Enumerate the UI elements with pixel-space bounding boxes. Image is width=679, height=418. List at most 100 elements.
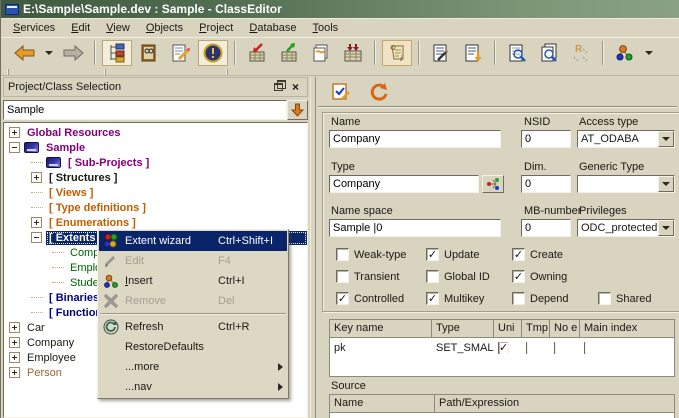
weak-type-checkbox[interactable]: Weak-type — [336, 248, 406, 261]
script-info-button[interactable]: i — [382, 40, 412, 66]
main-index-checkbox[interactable] — [584, 342, 586, 354]
dock-grip[interactable] — [7, 69, 9, 75]
save-source-button[interactable] — [458, 40, 488, 66]
menu-services[interactable]: Services — [5, 20, 63, 36]
check-in-button[interactable] — [242, 40, 272, 66]
menu-item-edit[interactable]: Edit F4 — [99, 251, 287, 271]
expand-icon[interactable] — [31, 217, 42, 228]
col-type[interactable]: Type — [432, 320, 494, 337]
menu-item-extent-wizard[interactable]: Extent wizard Ctrl+Shift+I — [99, 231, 287, 251]
menu-tools[interactable]: Tools — [304, 20, 346, 36]
tree-item-enumerations[interactable]: [ Enumerations ] — [4, 215, 307, 230]
menu-item-nav[interactable]: ...nav — [99, 377, 287, 397]
tree-item-views[interactable]: [ Views ] — [4, 185, 307, 200]
menu-edit[interactable]: Edit — [63, 20, 98, 36]
tree-item-structures[interactable]: [ Structures ] — [4, 170, 307, 185]
close-panel-button[interactable]: × — [288, 80, 303, 94]
check-out-button[interactable] — [274, 40, 304, 66]
forward-button[interactable] — [58, 40, 88, 66]
refresh-icon — [103, 319, 119, 335]
col-tmp[interactable]: Tmp — [522, 320, 550, 337]
type-label: Type — [331, 161, 355, 173]
uni-checkbox[interactable]: ✓ — [498, 342, 509, 354]
menu-item-refresh[interactable]: Refresh Ctrl+R — [99, 317, 287, 337]
find-in-documents-button[interactable] — [534, 40, 564, 66]
transient-checkbox[interactable]: Transient — [336, 270, 399, 283]
copy-stack-button[interactable] — [306, 40, 336, 66]
reorganize-button[interactable]: R — [566, 40, 596, 66]
back-button[interactable] — [10, 40, 40, 66]
float-panel-button[interactable] — [271, 80, 286, 94]
edit-source-button[interactable] — [426, 40, 456, 66]
mb-number-field[interactable] — [521, 219, 571, 237]
name-field[interactable] — [329, 130, 501, 148]
dropdown-arrow-icon[interactable] — [658, 220, 674, 236]
find-document-button[interactable] — [502, 40, 532, 66]
namespace-field[interactable] — [329, 219, 501, 237]
create-checkbox[interactable]: ✓Create — [512, 248, 563, 261]
insert-options-button[interactable] — [642, 40, 656, 66]
apply-changes-button[interactable] — [328, 80, 354, 104]
collapse-icon[interactable] — [31, 232, 42, 243]
menu-item-more[interactable]: ...more — [99, 357, 287, 377]
tree-item-global-resources[interactable]: Global Resources — [4, 125, 307, 140]
dock-grip[interactable] — [226, 69, 228, 75]
back-history-button[interactable] — [42, 40, 56, 66]
tree-item-sub-projects[interactable]: [ Sub-Projects ] — [4, 155, 307, 170]
menu-database[interactable]: Database — [241, 20, 304, 36]
access-type-select[interactable]: AT_ODABA — [577, 130, 675, 148]
svg-text:i: i — [400, 54, 402, 63]
class-filter-input[interactable] — [3, 100, 287, 120]
title-bar[interactable]: E:\Sample\Sample.dev : Sample - ClassEdi… — [1, 0, 679, 19]
menu-project[interactable]: Project — [191, 20, 241, 36]
update-checkbox[interactable]: ✓Update — [426, 248, 479, 261]
menu-item-restore-defaults[interactable]: RestoreDefaults — [99, 337, 287, 357]
edit-document-button[interactable] — [166, 40, 196, 66]
revert-button[interactable] — [366, 80, 392, 104]
type-field[interactable] — [329, 175, 479, 193]
insert-objects-button[interactable] — [610, 40, 640, 66]
expand-icon[interactable] — [9, 337, 20, 348]
no-e-checkbox[interactable] — [554, 342, 556, 354]
col-source-name[interactable]: Name — [330, 395, 435, 412]
menu-item-insert[interactable]: Insert Ctrl+I — [99, 271, 287, 291]
controlled-checkbox[interactable]: ✓Controlled — [336, 292, 404, 305]
expand-icon[interactable] — [9, 367, 20, 378]
shared-checkbox[interactable]: Shared — [598, 292, 651, 305]
global-id-checkbox[interactable]: Global ID — [426, 270, 490, 283]
expand-icon[interactable] — [9, 322, 20, 333]
tmp-checkbox[interactable] — [526, 342, 528, 354]
multikey-checkbox[interactable]: ✓Multikey — [426, 292, 484, 305]
col-path-expression[interactable]: Path/Expression — [435, 395, 674, 412]
col-uni[interactable]: Uni — [494, 320, 522, 337]
tree-item-type-definitions[interactable]: [ Type definitions ] — [4, 200, 307, 215]
dock-grip[interactable] — [104, 69, 106, 75]
collapse-icon[interactable] — [9, 142, 20, 153]
owning-checkbox[interactable]: ✓Owning — [512, 270, 567, 283]
col-main-index[interactable]: Main index — [580, 320, 674, 337]
key-table-row[interactable]: pk SET_SMAL ✓ — [330, 338, 674, 357]
menu-objects[interactable]: Objects — [138, 20, 191, 36]
expand-icon[interactable] — [31, 172, 42, 183]
menu-item-remove[interactable]: Remove Del — [99, 291, 287, 311]
expand-icon[interactable] — [9, 127, 20, 138]
menu-view[interactable]: View — [98, 20, 138, 36]
documentation-button[interactable] — [134, 40, 164, 66]
expand-icon[interactable] — [9, 352, 20, 363]
dropdown-arrow-icon[interactable] — [658, 176, 674, 192]
class-filter-dropdown-button[interactable] — [287, 100, 308, 120]
type-picker-button[interactable] — [482, 175, 504, 193]
col-no-e[interactable]: No e — [550, 320, 580, 337]
save-source-icon — [463, 43, 483, 63]
privileges-select[interactable]: ODC_protected — [577, 219, 675, 237]
dropdown-arrow-icon[interactable] — [658, 131, 674, 147]
class-editor-button[interactable] — [198, 40, 228, 66]
col-key-name[interactable]: Key name — [330, 320, 432, 337]
tree-item-sample[interactable]: Sample — [4, 140, 307, 155]
nsid-field[interactable] — [521, 130, 571, 148]
load-grid-button[interactable] — [338, 40, 368, 66]
class-tree-button[interactable] — [102, 40, 132, 66]
dim-field[interactable] — [521, 175, 571, 193]
depend-checkbox[interactable]: Depend — [512, 292, 569, 305]
generic-type-select[interactable] — [577, 175, 675, 193]
